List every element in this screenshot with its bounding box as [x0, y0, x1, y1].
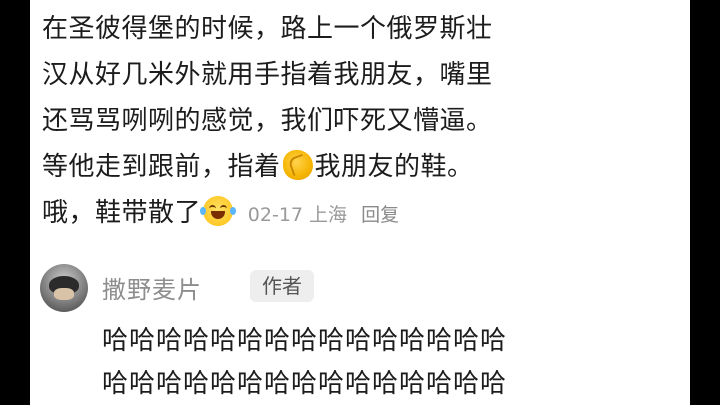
reply-line: 哈哈哈哈哈哈哈哈哈哈哈哈哈哈哈	[102, 369, 508, 399]
video-frame: 在圣彼得堡的时候，路上一个俄罗斯壮 汉从好几米外就用手指着我朋友，嘴里 还骂骂咧…	[0, 0, 720, 405]
comment-line-part: 我朋友的鞋。	[314, 152, 474, 182]
comment-line: 在圣彼得堡的时候，路上一个俄罗斯壮	[42, 14, 493, 44]
comment-meta: 02-17 上海 回复	[248, 204, 399, 226]
comment-last-line: 哦，鞋带散了 02-17 上海 回复	[42, 190, 682, 238]
reply-username[interactable]: 撒野麦片	[102, 270, 202, 305]
avatar[interactable]	[40, 264, 88, 312]
comment-location: 上海	[309, 204, 348, 226]
comment-body: 在圣彼得堡的时候，路上一个俄罗斯壮 汉从好几米外就用手指着我朋友，嘴里 还骂骂咧…	[42, 6, 682, 238]
comment-line: 汉从好几米外就用手指着我朋友，嘴里	[42, 60, 493, 90]
clapping-hands-icon	[282, 150, 313, 180]
reply-header: 撒野麦片 作者	[40, 262, 680, 322]
comment-line-with-emoji: 等他走到跟前，指着 我朋友的鞋。	[42, 144, 682, 190]
comment-line-part: 哦，鞋带散了	[42, 198, 202, 228]
comment-line-part: 等他走到跟前，指着	[42, 152, 281, 182]
comment-line: 还骂骂咧咧的感觉，我们吓死又懵逼。	[42, 106, 493, 136]
reply-body: 哈哈哈哈哈哈哈哈哈哈哈哈哈哈哈 哈哈哈哈哈哈哈哈哈哈哈哈哈哈哈	[102, 320, 682, 405]
author-badge: 作者	[250, 270, 314, 302]
reply-line: 哈哈哈哈哈哈哈哈哈哈哈哈哈哈哈	[102, 326, 508, 356]
comment-panel: 在圣彼得堡的时候，路上一个俄罗斯壮 汉从好几米外就用手指着我朋友，嘴里 还骂骂咧…	[30, 0, 690, 405]
reply-button[interactable]: 回复	[361, 204, 399, 226]
laughing-tears-icon	[200, 196, 237, 226]
comment-date: 02-17	[247, 204, 303, 226]
